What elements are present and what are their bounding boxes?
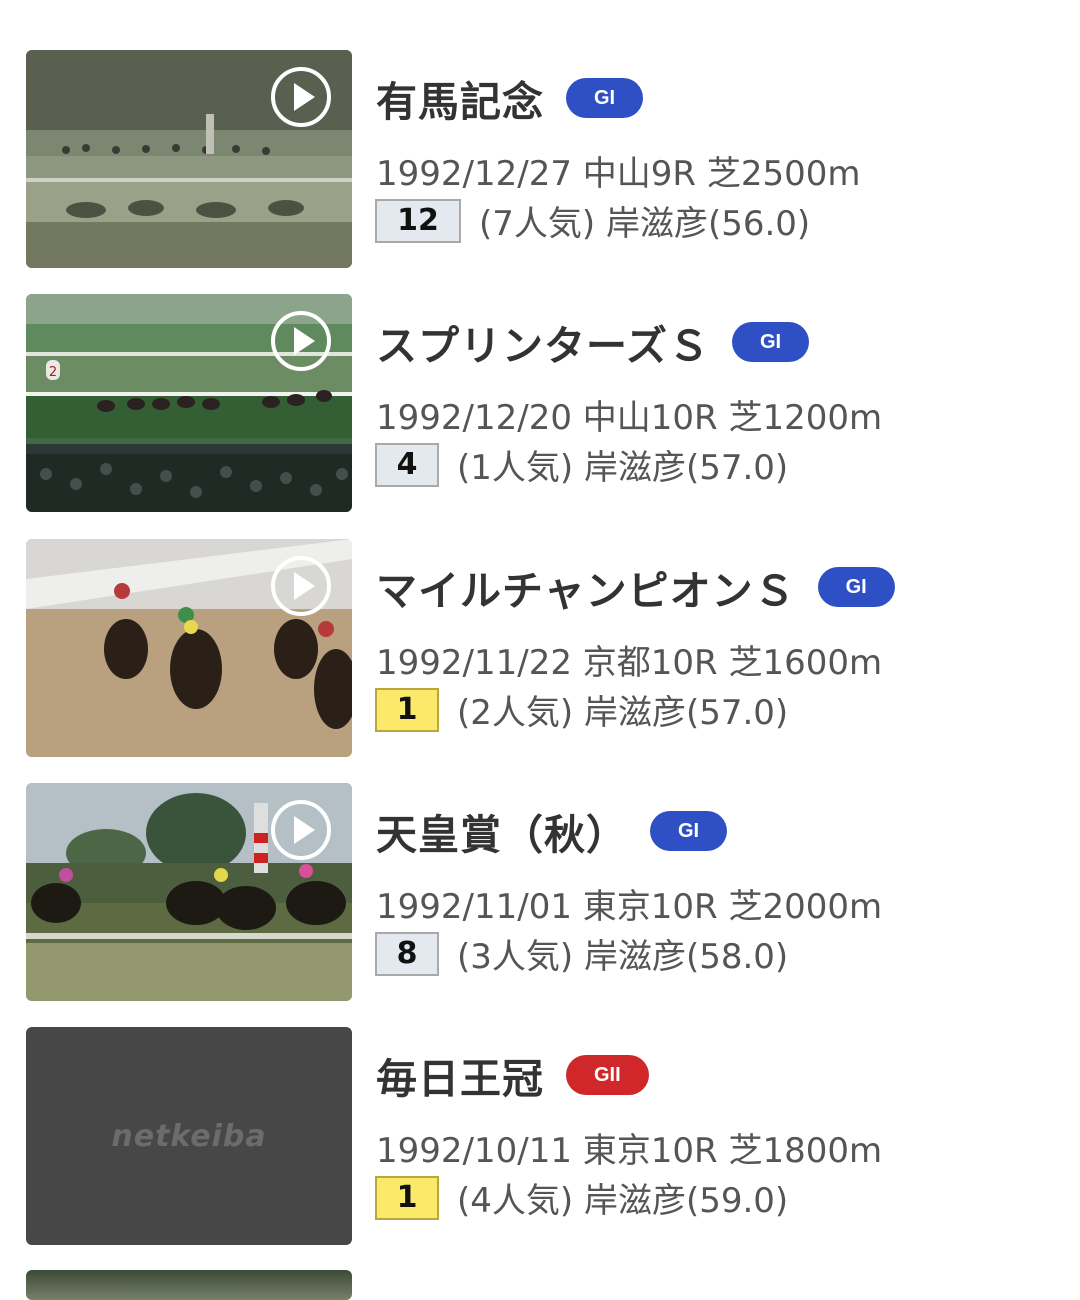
- grade-badge: GI: [731, 322, 810, 362]
- race-result: 12 (7人気) 岸滋彦(56.0): [375, 196, 810, 245]
- race-item[interactable]: マイルチャンピオンＳ GI 1992/11/22 京都10R 芝1600m 1 …: [0, 539, 1080, 759]
- race-item[interactable]: netkeiba 毎日王冠 GII 1992/10/11 東京10R 芝1800…: [0, 1027, 1080, 1247]
- finish-position: 4: [375, 442, 439, 487]
- popularity-jockey-weight: (2人気) 岸滋彦(57.0): [457, 693, 789, 733]
- svg-text:2: 2: [49, 365, 57, 380]
- race-result: 8 (3人気) 岸滋彦(58.0): [375, 929, 788, 978]
- race-info: 1992/11/22 京都10R 芝1600m: [376, 643, 883, 683]
- race-item[interactable]: 2 スプリンターズＳ GI 1992/12/20 中山10R 芝1200m 4 …: [0, 294, 1080, 514]
- race-info: 1992/12/20 中山10R 芝1200m: [376, 398, 883, 438]
- race-video-thumbnail[interactable]: [26, 539, 352, 757]
- finish-position: 12: [375, 198, 461, 243]
- race-title[interactable]: 有馬記念: [376, 68, 544, 128]
- race-result: 4 (1人気) 岸滋彦(57.0): [375, 440, 788, 489]
- popularity-jockey-weight: (1人気) 岸滋彦(57.0): [457, 448, 789, 488]
- popularity-jockey-weight: (3人気) 岸滋彦(58.0): [457, 937, 789, 977]
- race-video-thumbnail[interactable]: 2: [26, 294, 352, 512]
- grade-badge: GI: [650, 811, 728, 851]
- play-icon[interactable]: [270, 555, 332, 617]
- finish-position: 8: [375, 931, 439, 976]
- race-video-thumbnail[interactable]: [26, 783, 352, 1001]
- race-info: 1992/12/27 中山9R 芝2500m: [376, 154, 861, 194]
- play-icon[interactable]: [270, 799, 332, 861]
- race-title[interactable]: マイルチャンピオンＳ: [376, 557, 796, 617]
- popularity-jockey-weight: (4人気) 岸滋彦(59.0): [457, 1181, 789, 1221]
- play-icon[interactable]: [270, 66, 332, 128]
- race-info: 1992/10/11 東京10R 芝1800m: [376, 1131, 883, 1171]
- netkeiba-logo: netkeiba: [111, 1118, 267, 1154]
- popularity-jockey-weight: (7人気) 岸滋彦(56.0): [479, 204, 811, 244]
- race-result: 1 (2人気) 岸滋彦(57.0): [375, 685, 788, 734]
- finish-position: 1: [375, 687, 439, 732]
- race-title-row: 毎日王冠 GII: [376, 1045, 649, 1105]
- race-item[interactable]: 天皇賞（秋） GI 1992/11/01 東京10R 芝2000m 8 (3人気…: [0, 783, 1080, 1003]
- no-video-placeholder: netkeiba: [26, 1027, 352, 1245]
- play-icon[interactable]: [270, 310, 332, 372]
- race-video-thumbnail-partial[interactable]: [26, 1270, 352, 1300]
- race-result: 1 (4人気) 岸滋彦(59.0): [375, 1173, 788, 1222]
- race-video-thumbnail[interactable]: [26, 50, 352, 268]
- race-title-row: 天皇賞（秋） GI: [376, 801, 728, 861]
- race-title-row: スプリンターズＳ GI: [376, 312, 810, 372]
- race-info: 1992/11/01 東京10R 芝2000m: [376, 887, 883, 927]
- race-item[interactable]: 有馬記念 GI 1992/12/27 中山9R 芝2500m 12 (7人気) …: [0, 50, 1080, 270]
- race-title-row: 有馬記念 GI: [376, 68, 644, 128]
- grade-badge: GI: [817, 567, 895, 607]
- race-title-row: マイルチャンピオンＳ GI: [376, 557, 895, 617]
- race-title[interactable]: 毎日王冠: [376, 1045, 544, 1105]
- race-title[interactable]: スプリンターズＳ: [376, 312, 710, 372]
- finish-position: 1: [375, 1175, 439, 1220]
- grade-badge: GI: [566, 78, 644, 118]
- grade-badge: GII: [566, 1055, 649, 1095]
- race-title[interactable]: 天皇賞（秋）: [376, 801, 628, 861]
